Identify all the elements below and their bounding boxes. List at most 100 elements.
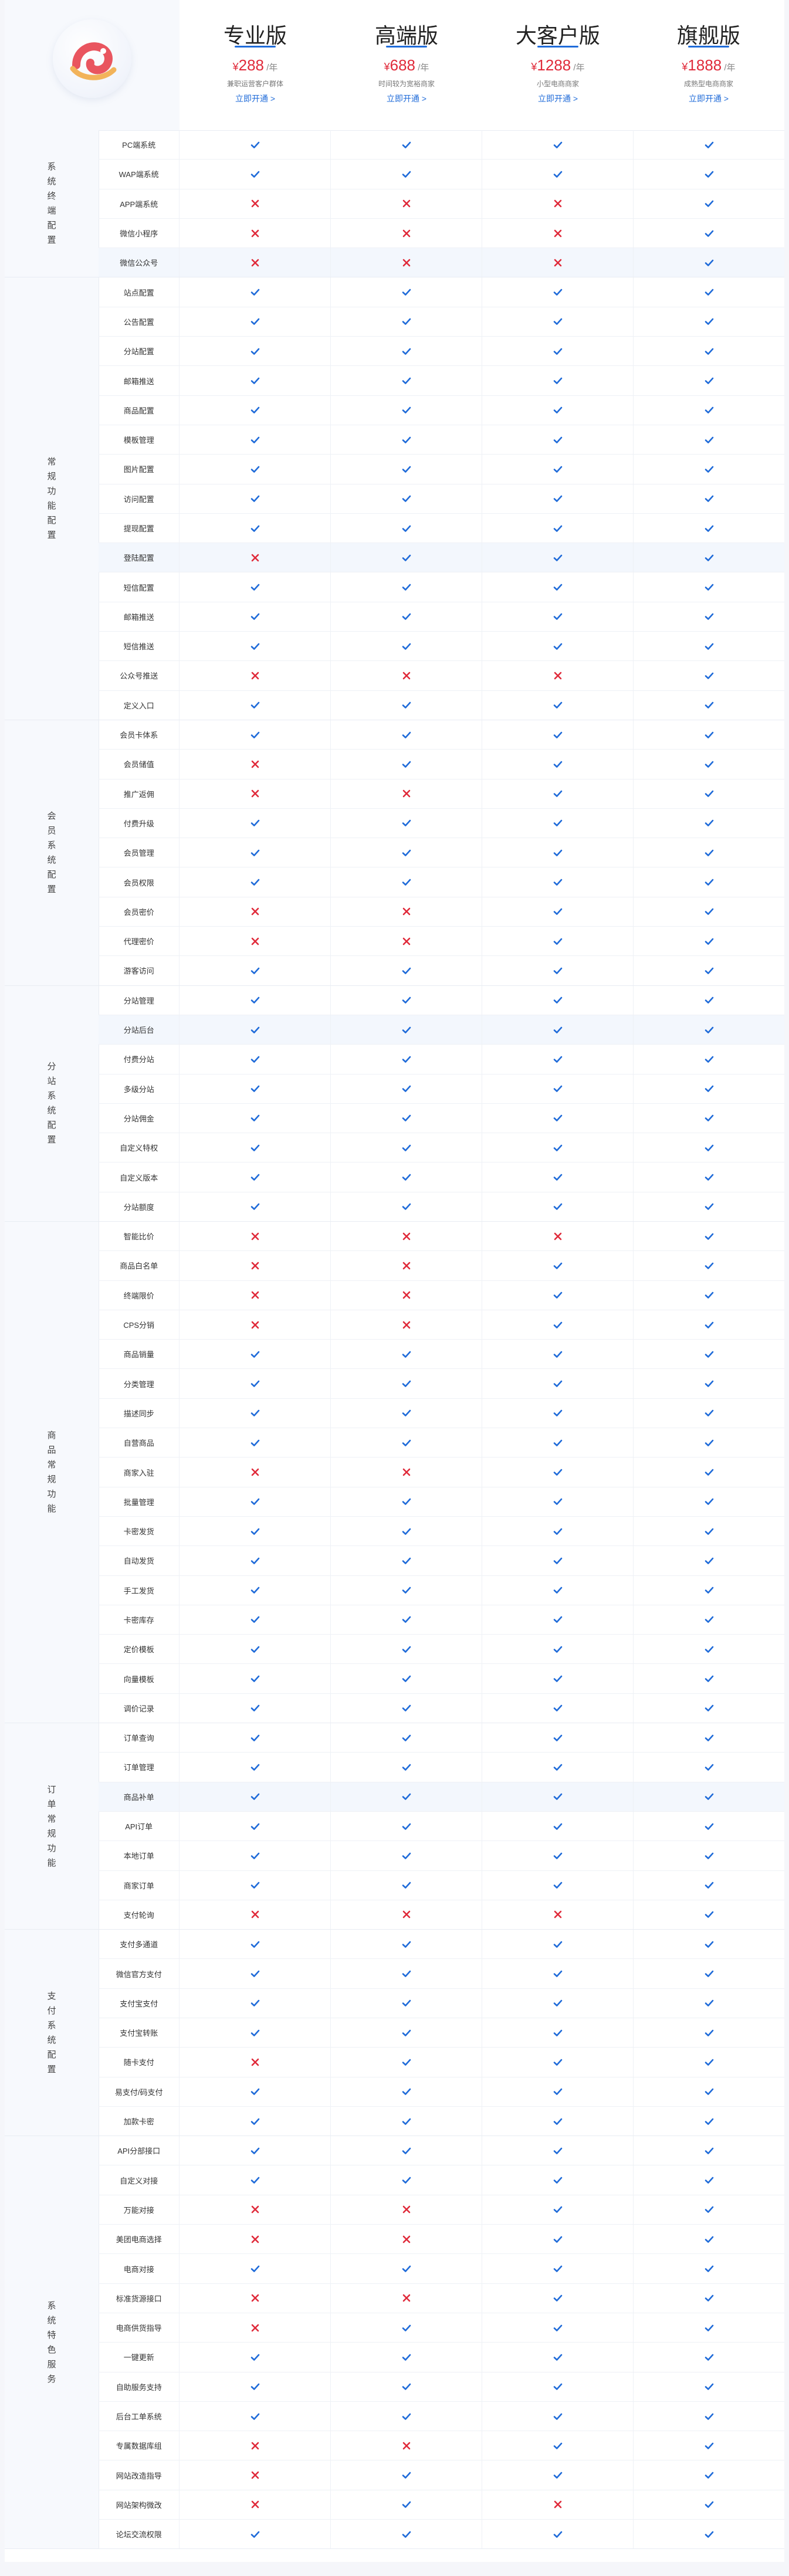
check-icon <box>401 2351 412 2363</box>
cross-icon <box>401 257 412 269</box>
check-icon <box>552 2469 564 2481</box>
check-icon <box>703 2411 715 2422</box>
feature-section: 会员系统配置 会员卡体系 会员储值 推广返佣 付费升级 会员管理 会员权限 会员密价 代理密价游… <box>5 720 784 986</box>
feature-cell <box>331 1251 483 1280</box>
feature-cell <box>634 2165 784 2194</box>
feature-cell <box>634 572 784 601</box>
feature-cell <box>634 867 784 896</box>
feature-cell <box>634 1075 784 1103</box>
feature-cell <box>331 690 483 720</box>
feature-cell <box>331 2225 483 2254</box>
plan-price: ¥1888 /年 <box>633 56 784 74</box>
feature-cell <box>482 1900 634 1930</box>
feature-cell <box>634 130 784 159</box>
feature-row: 公众号推送 <box>99 661 784 691</box>
feature-cell <box>180 1664 331 1693</box>
feature-cell <box>482 750 634 779</box>
feature-cell <box>180 750 331 779</box>
feature-cell <box>482 1162 634 1192</box>
feature-cell <box>482 602 634 632</box>
pricing-comparison-table: 专业版 ¥288 /年 兼职运营客户群体 立即开通 > 高端版 ¥688 /年 时间较为宽裕… <box>5 0 784 2562</box>
feature-row: 美团电商选择 <box>99 2225 784 2255</box>
feature-cell <box>634 1812 784 1841</box>
feature-cell <box>331 572 483 602</box>
plan-underline <box>235 46 276 48</box>
feature-cell <box>331 160 483 189</box>
check-icon <box>552 1053 564 1065</box>
feature-cell <box>634 396 784 425</box>
feature-cell <box>331 2343 483 2372</box>
check-icon <box>401 1850 412 1862</box>
check-icon <box>249 1761 261 1773</box>
open-plan-button[interactable]: 立即开通 > <box>633 93 784 104</box>
feature-label: 公众号推送 <box>99 661 180 690</box>
check-icon <box>249 1968 261 1980</box>
cross-icon <box>401 1231 412 1242</box>
open-plan-button[interactable]: 立即开通 > <box>180 93 331 104</box>
feature-cell <box>180 130 331 160</box>
check-icon <box>401 1997 412 2009</box>
check-icon <box>552 936 564 947</box>
feature-cell <box>331 956 483 985</box>
check-icon <box>552 994 564 1006</box>
check-icon <box>401 2469 412 2481</box>
plan-underline <box>386 46 427 48</box>
feature-row: APP端系统 <box>99 189 784 219</box>
feature-cell <box>482 632 634 661</box>
plan-price: ¥1288 /年 <box>482 56 634 74</box>
check-icon <box>249 1053 261 1065</box>
feature-cell <box>180 2313 331 2343</box>
feature-row: 卡密库存 <box>99 1605 784 1635</box>
feature-cell <box>180 985 331 1015</box>
check-icon <box>401 2145 412 2157</box>
feature-cell <box>180 690 331 720</box>
feature-row: 多级分站 <box>99 1074 784 1104</box>
check-icon <box>703 2174 715 2186</box>
feature-row: 微信小程序 <box>99 218 784 249</box>
check-icon <box>552 463 564 475</box>
feature-label: 电商对接 <box>99 2254 180 2283</box>
feature-cell <box>331 1516 483 1546</box>
check-icon <box>703 729 715 741</box>
feature-row: 手工发货 <box>99 1575 784 1605</box>
feature-row: 网站改造指导 <box>99 2460 784 2490</box>
check-icon <box>552 1319 564 1331</box>
feature-cell <box>180 1340 331 1369</box>
check-icon <box>703 257 715 269</box>
cross-icon <box>249 1466 261 1478</box>
check-icon <box>401 2528 412 2540</box>
check-icon <box>552 2411 564 2422</box>
check-icon <box>552 1997 564 2009</box>
check-icon <box>552 640 564 652</box>
check-icon <box>552 1112 564 1124</box>
open-plan-button[interactable]: 立即开通 > <box>482 93 634 104</box>
cross-icon <box>249 1260 261 1272</box>
feature-cell <box>331 632 483 661</box>
cross-icon <box>552 198 564 209</box>
check-icon <box>401 729 412 741</box>
check-icon <box>401 2174 412 2186</box>
feature-row: 自定义版本 <box>99 1162 784 1192</box>
check-icon <box>552 1260 564 1272</box>
check-icon <box>401 2263 412 2275</box>
feature-label: 标准货源接口 <box>99 2283 180 2313</box>
check-icon <box>552 2292 564 2304</box>
feature-row: 推广返佣 <box>99 779 784 809</box>
feature-cell <box>634 632 784 660</box>
check-icon <box>401 139 412 151</box>
feature-cell <box>634 1310 784 1339</box>
check-icon <box>552 1791 564 1802</box>
feature-cell <box>634 1989 784 2018</box>
section-title: 系统终端配置 <box>47 162 56 246</box>
feature-label: 商家入驻 <box>99 1458 180 1487</box>
cross-icon <box>401 670 412 682</box>
feature-cell <box>482 1045 634 1074</box>
check-icon <box>703 168 715 180</box>
feature-cell <box>482 455 634 484</box>
check-icon <box>401 1083 412 1094</box>
check-icon <box>401 463 412 475</box>
check-icon <box>703 1850 715 1862</box>
section-label: 支付系统配置 <box>5 1930 99 2136</box>
open-plan-button[interactable]: 立即开通 > <box>331 93 482 104</box>
feature-cell <box>331 1162 483 1192</box>
